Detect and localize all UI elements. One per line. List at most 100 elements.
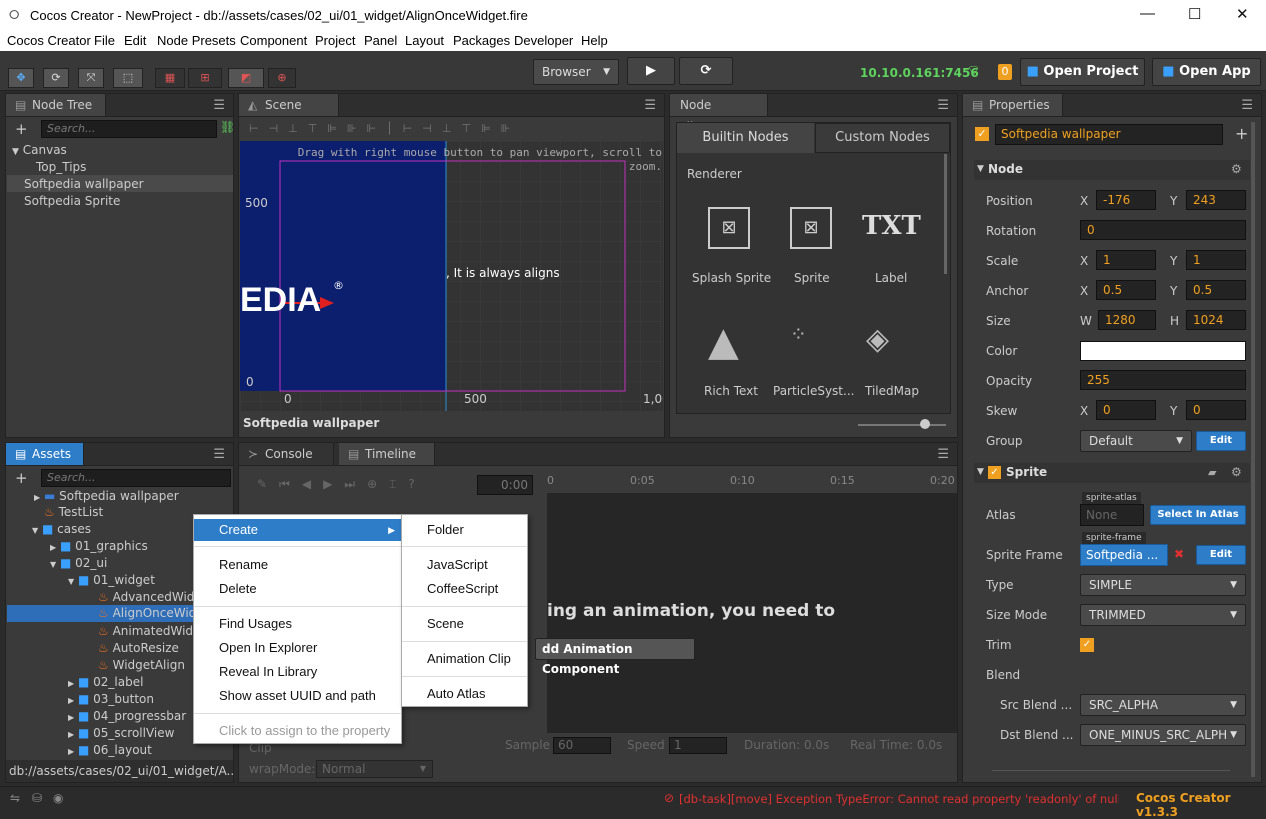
splash-sprite-icon[interactable]: ⊠ [708, 207, 750, 249]
menu-icon[interactable]: ☰ [644, 98, 656, 113]
size-w-input[interactable]: 1280 [1098, 310, 1156, 330]
eye-icon[interactable]: ◉ [53, 791, 63, 805]
menu-help[interactable]: Help [581, 33, 608, 48]
tree-item-top-tips[interactable]: Top_Tips [36, 160, 86, 174]
node-active-checkbox[interactable]: ✓ [975, 127, 989, 141]
zoom-slider[interactable] [858, 424, 946, 426]
asset-item-animatedwidget[interactable]: ♨ AnimatedWidg [98, 624, 201, 638]
sprite-icon[interactable]: ⊠ [790, 207, 832, 249]
asset-folder-02-ui[interactable]: ▼ ■ 02_ui [50, 556, 107, 570]
close-button[interactable]: ✕ [1236, 5, 1249, 23]
menu-project[interactable]: Project [315, 33, 355, 48]
asset-folder-06-layout[interactable]: ▶ ■ 06_layout [68, 743, 152, 757]
label-icon[interactable]: TXT [862, 211, 921, 241]
scale-tool-button[interactable]: ⤧ [78, 68, 104, 88]
menu-item-open-in-explorer[interactable]: Open In Explorer [194, 637, 401, 659]
menu-icon[interactable]: ☰ [937, 98, 949, 113]
asset-item-softpedia-wallpaper[interactable]: ▶ ▬ Softpedia wallpaper [34, 489, 179, 503]
library-item-label[interactable]: Label [875, 271, 907, 285]
asset-item-widgetalign[interactable]: ♨ WidgetAlign [98, 658, 185, 672]
anchor-button[interactable]: ◩ [228, 68, 264, 88]
menu-file[interactable]: File [94, 33, 115, 48]
tab-node-library[interactable]: Node Library [670, 94, 768, 134]
gear-icon[interactable]: ⚙ [1231, 465, 1242, 479]
menu-icon[interactable]: ☰ [937, 447, 949, 462]
asset-search-input[interactable]: Search... [41, 469, 231, 487]
gear-icon[interactable]: ⚙ [1231, 162, 1242, 176]
refresh-button[interactable]: ⟳ [679, 57, 733, 85]
book-icon[interactable]: ▰ [1208, 466, 1216, 479]
sprite-frame-edit-button[interactable]: Edit [1196, 545, 1246, 565]
open-project-button[interactable]: ■ Open Project [1020, 58, 1145, 86]
tab-scene[interactable]: ◭ Scene [239, 94, 339, 116]
asset-folder-01-graphics[interactable]: ▶ ■ 01_graphics [50, 539, 148, 553]
node-name-input[interactable]: Softpedia wallpaper [995, 124, 1223, 145]
group-select[interactable]: Default ▼ [1080, 430, 1192, 452]
add-animation-component-button[interactable]: dd Animation Component [535, 638, 695, 676]
color-swatch[interactable] [1080, 341, 1246, 361]
library-item-rich-text[interactable]: Rich Text [704, 384, 758, 398]
tab-builtin-nodes[interactable]: Builtin Nodes [677, 123, 814, 153]
rotation-input[interactable]: 0 [1080, 220, 1246, 240]
tree-item-softpedia-wallpaper[interactable]: Softpedia wallpaper [7, 175, 233, 192]
scale-y-input[interactable]: 1 [1186, 250, 1246, 270]
notification-badge[interactable]: 0 [998, 64, 1012, 80]
position-y-input[interactable]: 243 [1186, 190, 1246, 210]
position-x-input[interactable]: -176 [1096, 190, 1156, 210]
tiledmap-icon[interactable]: ◈ [866, 322, 889, 357]
tab-console[interactable]: ≻ Console [239, 443, 334, 465]
rich-text-icon[interactable]: ▲ [708, 319, 739, 365]
src-blend-select[interactable]: SRC_ALPHA ▼ [1080, 694, 1246, 716]
group-edit-button[interactable]: Edit [1196, 431, 1246, 451]
status-error-message[interactable]: [db-task][move] Exception TypeError: Can… [679, 792, 1119, 806]
local-button[interactable]: ⊞ [188, 68, 222, 88]
asset-folder-03-button[interactable]: ▶ ■ 03_button [68, 692, 154, 706]
anchor-x-input[interactable]: 0.5 [1096, 280, 1156, 300]
menu-component[interactable]: Component [240, 33, 307, 48]
platform-select[interactable]: Browser ▼ [533, 59, 619, 85]
anchor-y-input[interactable]: 0.5 [1186, 280, 1246, 300]
menu-icon[interactable]: ☰ [213, 447, 225, 462]
tab-properties[interactable]: ▤ Properties [963, 94, 1063, 116]
menu-icon[interactable]: ☰ [1241, 98, 1253, 113]
play-button[interactable]: ▶ [627, 57, 675, 85]
connection-icon[interactable]: ⇋ [10, 791, 20, 805]
tab-node-tree[interactable]: ▤ Node Tree [6, 94, 106, 116]
clear-frame-icon[interactable]: ✖ [1174, 547, 1184, 561]
menu-item-find-usages[interactable]: Find Usages [194, 613, 401, 635]
current-time-field[interactable]: 0:00 [477, 475, 533, 495]
skew-y-input[interactable]: 0 [1186, 400, 1246, 420]
menu-item-delete[interactable]: Delete [194, 578, 401, 600]
submenu-item-auto-atlas[interactable]: Auto Atlas [402, 683, 527, 705]
tree-item-canvas[interactable]: ▼ Canvas [12, 143, 67, 157]
submenu-item-scene[interactable]: Scene [402, 613, 527, 635]
menu-item-rename[interactable]: Rename [194, 554, 401, 576]
tab-timeline[interactable]: ▤ Timeline [339, 443, 435, 465]
menu-item-show-uuid[interactable]: Show asset UUID and path [194, 685, 401, 707]
node-search-input[interactable]: Search... [41, 120, 217, 138]
library-item-splash-sprite[interactable]: Splash Sprite [692, 271, 771, 285]
menu-packages[interactable]: Packages [453, 33, 510, 48]
move-tool-button[interactable]: ✥ [8, 68, 34, 88]
minimize-button[interactable]: — [1140, 5, 1155, 22]
menu-cocos-creator[interactable]: Cocos Creator [7, 33, 91, 48]
sample-input[interactable]: 60 [553, 737, 611, 754]
link-icon[interactable]: ⛓ [220, 120, 235, 134]
menu-developer[interactable]: Developer [514, 33, 573, 48]
skew-x-input[interactable]: 0 [1096, 400, 1156, 420]
rotate-tool-button[interactable]: ⟳ [43, 68, 69, 88]
add-component-button[interactable]: + [1235, 124, 1248, 143]
submenu-item-folder[interactable]: Folder [402, 519, 527, 541]
tab-assets[interactable]: ▤ Assets [6, 443, 84, 465]
type-select[interactable]: SIMPLE ▼ [1080, 574, 1246, 596]
menu-item-create[interactable]: Create ▶ [194, 519, 401, 541]
trim-checkbox[interactable]: ✓ [1080, 638, 1094, 652]
scene-viewport[interactable]: Drag with right mouse button to pan view… [240, 141, 663, 411]
asset-item-advancedwidget[interactable]: ♨ AdvancedWidg [98, 590, 202, 604]
library-item-sprite[interactable]: Sprite [794, 271, 830, 285]
asset-folder-04-progressbar[interactable]: ▶ ■ 04_progressbar [68, 709, 186, 723]
asset-item-autoresize[interactable]: ♨ AutoResize [98, 641, 179, 655]
menu-panel[interactable]: Panel [364, 33, 397, 48]
wrapmode-select[interactable]: Normal ▼ [316, 760, 433, 778]
database-icon[interactable]: ⛁ [32, 791, 42, 805]
